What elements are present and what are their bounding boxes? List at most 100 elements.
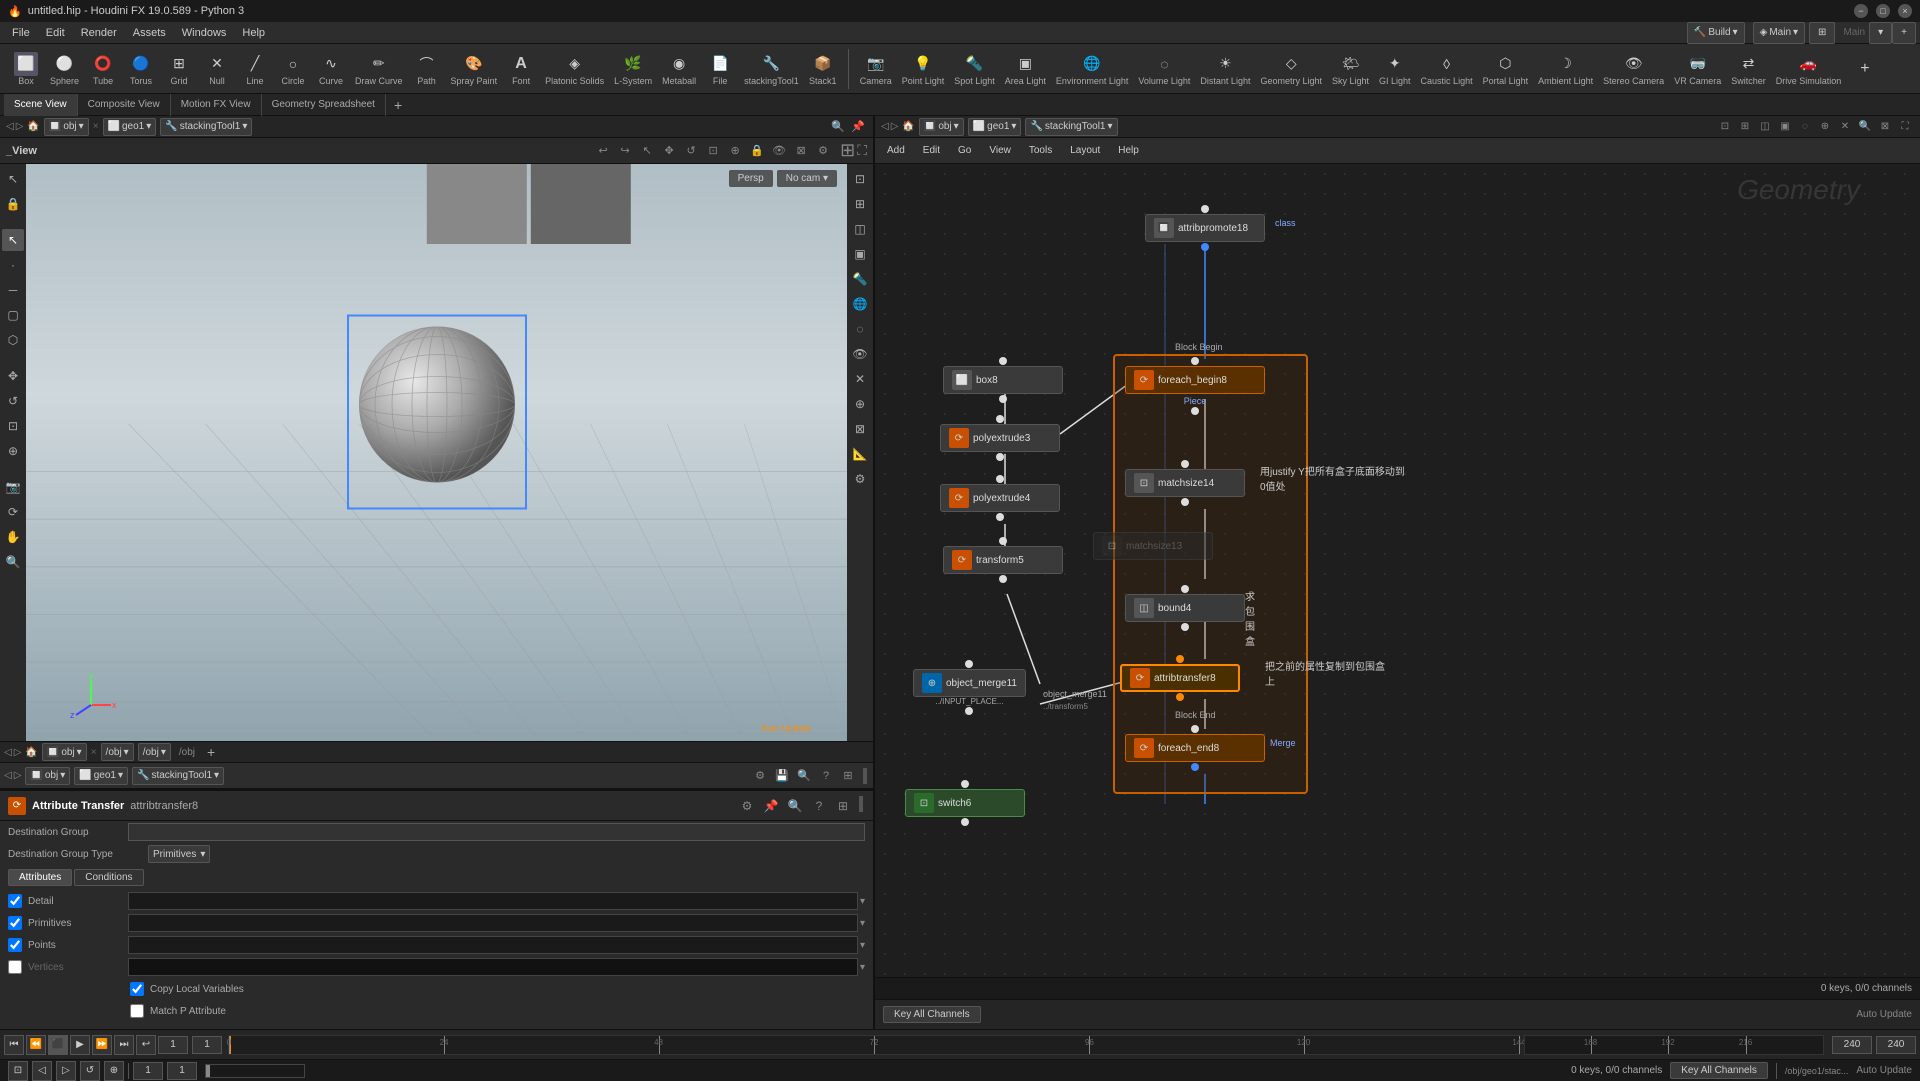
- node-switch6-body[interactable]: ⊡ switch6: [905, 789, 1025, 817]
- tool-draw-curve[interactable]: ✏Draw Curve: [351, 50, 407, 88]
- tool-sphere[interactable]: ⚪Sphere: [46, 50, 83, 88]
- tool-face[interactable]: ▢: [2, 304, 24, 326]
- tool-ambient-light[interactable]: ☽Ambient Light: [1534, 50, 1597, 88]
- node-attrib8-body[interactable]: ⟳ attribtransfer8: [1120, 664, 1240, 692]
- persp-button[interactable]: Persp: [729, 170, 773, 187]
- tool-grid[interactable]: ⊞Grid: [161, 50, 197, 88]
- ng-icon6[interactable]: ⊕: [1816, 118, 1834, 136]
- tool-lsystem[interactable]: 🌿L-System: [610, 50, 656, 88]
- vpr-tool1[interactable]: ⊡: [849, 168, 871, 190]
- tab-conditions[interactable]: Conditions: [74, 869, 143, 886]
- attr-settings-icon[interactable]: ⚙: [737, 796, 757, 816]
- status-btn1[interactable]: ⊡: [8, 1061, 28, 1081]
- tool-obj[interactable]: ⬡: [2, 329, 24, 351]
- menu-windows[interactable]: Windows: [174, 25, 235, 41]
- tool-platonic[interactable]: ◈Platonic Solids: [541, 50, 608, 88]
- vp-vis-icon[interactable]: 👁: [770, 142, 788, 160]
- bt-search[interactable]: 🔍: [795, 767, 813, 785]
- tool-tube[interactable]: ⭕Tube: [85, 50, 121, 88]
- node-end8-body[interactable]: ⟳ foreach_end8: [1125, 734, 1265, 762]
- timeline-track[interactable]: 0 24 48 72 96 120 144: [228, 1035, 1520, 1055]
- node-foreach-end8[interactable]: Block End ⟳ foreach_end8 Merge: [1125, 724, 1265, 772]
- attr-prims-arrow[interactable]: ▾: [860, 918, 865, 929]
- ng-icon7[interactable]: ✕: [1836, 118, 1854, 136]
- bt-expand[interactable]: ⊞: [839, 767, 857, 785]
- status-frame1[interactable]: [133, 1062, 163, 1080]
- vp-transform-icon[interactable]: ⊕: [726, 142, 744, 160]
- bt-stacking-dd[interactable]: 🔧stackingTool1▾: [132, 767, 224, 785]
- vpr-tool7[interactable]: ◌: [849, 318, 871, 340]
- node-transform5-body[interactable]: ⟳ transform5: [943, 546, 1063, 574]
- ng-icon9[interactable]: ⊠: [1876, 118, 1894, 136]
- attr-points-arrow[interactable]: ▾: [860, 940, 865, 951]
- menu-render[interactable]: Render: [73, 25, 125, 41]
- maximize-button[interactable]: □: [1876, 4, 1890, 18]
- tool-area-light[interactable]: ▣Area Light: [1001, 50, 1050, 88]
- viewport-scene[interactable]: ↖ 🔒 ↖ · ─ ▢ ⬡ ✥ ↺ ⊡ ⊕ 📷 ⟳ ✋: [0, 164, 873, 741]
- copy-local-check[interactable]: [130, 982, 144, 996]
- vpr-tool4[interactable]: ▣: [849, 243, 871, 265]
- vpr-tool9[interactable]: ✕: [849, 368, 871, 390]
- node-attribpromote18[interactable]: 🔲 attribpromote18 class: [1145, 204, 1265, 252]
- attr-detail-input[interactable]: [128, 892, 858, 910]
- attr-verts-input[interactable]: [128, 958, 858, 976]
- tool-camera2[interactable]: 📷: [2, 476, 24, 498]
- menu-assets[interactable]: Assets: [125, 25, 174, 41]
- main-menu-expand[interactable]: ▾: [1869, 22, 1892, 44]
- node-poly3-body[interactable]: ⟳ polyextrude3: [940, 424, 1060, 452]
- tl-step-back[interactable]: ⏪: [26, 1035, 46, 1055]
- vp-scale-icon[interactable]: ⊡: [704, 142, 722, 160]
- tl-loop[interactable]: ↩: [136, 1035, 156, 1055]
- attr-expand-icon[interactable]: ⊞: [833, 796, 853, 816]
- match-p-check[interactable]: [130, 1004, 144, 1018]
- vp-icon1[interactable]: ↩: [594, 142, 612, 160]
- tool-rotate[interactable]: ↺: [2, 390, 24, 412]
- tool-sky-light[interactable]: 🌤Sky Light: [1328, 50, 1373, 88]
- key-all-channels-btn2[interactable]: Key All Channels: [1670, 1062, 1768, 1079]
- tool-box[interactable]: ⬜Box: [8, 50, 44, 88]
- status-btn2[interactable]: ◁: [32, 1061, 52, 1081]
- attr-help-icon[interactable]: ?: [809, 796, 829, 816]
- slider-thumb[interactable]: [206, 1065, 210, 1077]
- node-poly4-body[interactable]: ⟳ polyextrude4: [940, 484, 1060, 512]
- status-btn3[interactable]: ▷: [56, 1061, 76, 1081]
- tool-lock2[interactable]: 🔒: [2, 193, 24, 215]
- attr-detail-arrow[interactable]: ▾: [860, 896, 865, 907]
- bt-splitter[interactable]: [863, 768, 867, 784]
- menu-help[interactable]: Help: [234, 25, 273, 41]
- tool-caustic-light[interactable]: ◊Caustic Light: [1417, 50, 1477, 88]
- ng-icon5[interactable]: ◌: [1796, 118, 1814, 136]
- tool-camera[interactable]: 📷Camera: [856, 50, 896, 88]
- bottom-obj3-dropdown[interactable]: /obj▾: [138, 743, 171, 761]
- vp-pin-icon[interactable]: 📌: [849, 118, 867, 136]
- tool-transform[interactable]: ⊕: [2, 440, 24, 462]
- tool-metaball[interactable]: ◉Metaball: [658, 50, 700, 88]
- tl-track-right[interactable]: 168 192 216: [1524, 1035, 1824, 1055]
- bt-settings[interactable]: ⚙: [751, 767, 769, 785]
- bt-obj-dd[interactable]: 🔲obj▾: [25, 767, 70, 785]
- node-match13-body[interactable]: ⊡ matchsize13: [1093, 532, 1213, 560]
- tool-env-light[interactable]: 🌐Environment Light: [1052, 50, 1133, 88]
- ng-tools-btn[interactable]: Tools: [1021, 143, 1060, 158]
- tool-zoom[interactable]: 🔍: [2, 551, 24, 573]
- tl-frame-start[interactable]: [158, 1036, 188, 1054]
- tab-add[interactable]: +: [386, 95, 410, 115]
- tl-frame-current[interactable]: [192, 1036, 222, 1054]
- tool-switcher[interactable]: ⇄Switcher: [1727, 50, 1770, 88]
- tool-curve[interactable]: ∿Curve: [313, 50, 349, 88]
- ng-help-btn[interactable]: Help: [1110, 143, 1147, 158]
- attr-detail-check[interactable]: [8, 894, 22, 908]
- tool-torus[interactable]: 🔵Torus: [123, 50, 159, 88]
- minimize-button[interactable]: −: [1854, 4, 1868, 18]
- node-foreach-begin8[interactable]: Block Begin ⟳ foreach_begin8 Piece: [1125, 356, 1265, 416]
- node-attribpromote18-body[interactable]: 🔲 attribpromote18: [1145, 214, 1265, 242]
- bt-geo1-dd[interactable]: ⬜geo1▾: [74, 767, 128, 785]
- tool-point[interactable]: ·: [2, 254, 24, 276]
- node-matchsize14[interactable]: ⊡ matchsize14 用justify Y把所有盒子底面移动到0值处: [1125, 459, 1245, 507]
- vpr-tool10[interactable]: ⊕: [849, 393, 871, 415]
- tl-end-frame2[interactable]: [1876, 1036, 1916, 1054]
- tool-pan[interactable]: ✋: [2, 526, 24, 548]
- ng-edit-btn[interactable]: Edit: [915, 143, 948, 158]
- tab-attributes[interactable]: Attributes: [8, 869, 72, 886]
- vpr-tool3[interactable]: ◫: [849, 218, 871, 240]
